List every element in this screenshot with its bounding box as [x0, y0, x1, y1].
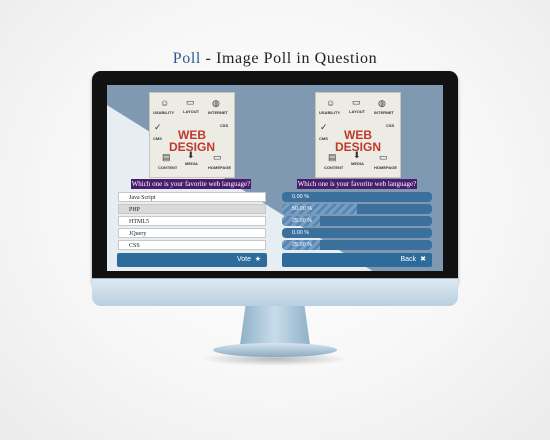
vote-button[interactable]: Vote ★ — [117, 253, 267, 267]
devices-icon: ▭ — [186, 97, 195, 107]
monitor-chin — [92, 278, 458, 306]
monitor-icon: ▭ — [379, 152, 388, 162]
result-bar: 25.00 % — [282, 216, 432, 226]
result-value: 50.00 % — [292, 206, 313, 212]
title-accent: Poll — [172, 50, 201, 67]
option-php[interactable]: PHP — [118, 204, 266, 214]
page-title: Poll - Image Poll in Question — [0, 50, 550, 68]
monitor-base — [213, 343, 337, 357]
result-bar: 25.00 % — [282, 240, 432, 250]
result-value: 0.00 % — [292, 230, 310, 236]
arrow-down-icon: ⬇ — [187, 150, 195, 160]
back-button[interactable]: Back ✖ — [282, 253, 432, 267]
label-css: CSS — [386, 123, 395, 128]
back-label: Back — [400, 256, 416, 263]
option-html5[interactable]: HTML5 — [118, 216, 266, 226]
monitor-icon: ▭ — [213, 152, 222, 162]
result-value: 25.00 % — [292, 218, 313, 224]
document-icon: ▤ — [162, 152, 171, 162]
result-bar: 0.00 % — [282, 192, 432, 202]
result-value: 0.00 % — [292, 194, 310, 200]
label-css: CSS — [220, 123, 229, 128]
monitor-stand — [240, 305, 310, 345]
label-media: MEDIA — [351, 161, 364, 166]
label-media: MEDIA — [185, 161, 198, 166]
star-icon: ★ — [254, 256, 261, 263]
option-jquery[interactable]: JQuery — [118, 228, 266, 238]
globe-icon: ◍ — [212, 98, 220, 108]
globe-icon: ◍ — [378, 98, 386, 108]
devices-icon: ▭ — [352, 97, 361, 107]
label-usability: USABILITY — [319, 110, 341, 115]
option-javascript[interactable]: Java Script — [118, 192, 266, 202]
label-layout: LAYOUT — [349, 109, 366, 114]
result-bar: 0.00 % — [282, 228, 432, 238]
poll-image-vote: ☺ ▭ ◍ USABILITY LAYOUT INTERNET ✓ CMS CS… — [149, 92, 235, 178]
close-icon: ✖ — [420, 256, 426, 263]
arrow-down-icon: ⬇ — [353, 150, 361, 160]
smile-icon: ☺ — [160, 98, 170, 108]
label-internet: INTERNET — [208, 110, 228, 115]
vote-label: Vote — [236, 256, 251, 263]
poll-question: Which one is your favorite web language? — [131, 179, 251, 189]
label-homepage: HOMEPAGE — [208, 165, 232, 170]
poll-screen: ☺ ▭ ◍ USABILITY LAYOUT INTERNET ✓ CMS CS… — [107, 85, 443, 271]
label-content: CONTENT — [158, 165, 178, 170]
label-content: CONTENT — [324, 165, 344, 170]
smile-icon: ☺ — [326, 98, 336, 108]
poll-image-results: ☺ ▭ ◍ USABILITY LAYOUT INTERNET ✓ CMS CS… — [315, 92, 401, 178]
label-usability: USABILITY — [153, 110, 175, 115]
result-bar: 50.00 % — [282, 204, 432, 214]
label-internet: INTERNET — [374, 110, 394, 115]
poll-question-results: Which one is your favorite web language? — [297, 179, 417, 189]
title-rest: - Image Poll in Question — [200, 50, 378, 67]
label-layout: LAYOUT — [183, 109, 200, 114]
result-value: 25.00 % — [292, 242, 313, 248]
document-icon: ▤ — [328, 152, 337, 162]
label-homepage: HOMEPAGE — [374, 165, 398, 170]
option-css[interactable]: CSS — [118, 240, 266, 250]
